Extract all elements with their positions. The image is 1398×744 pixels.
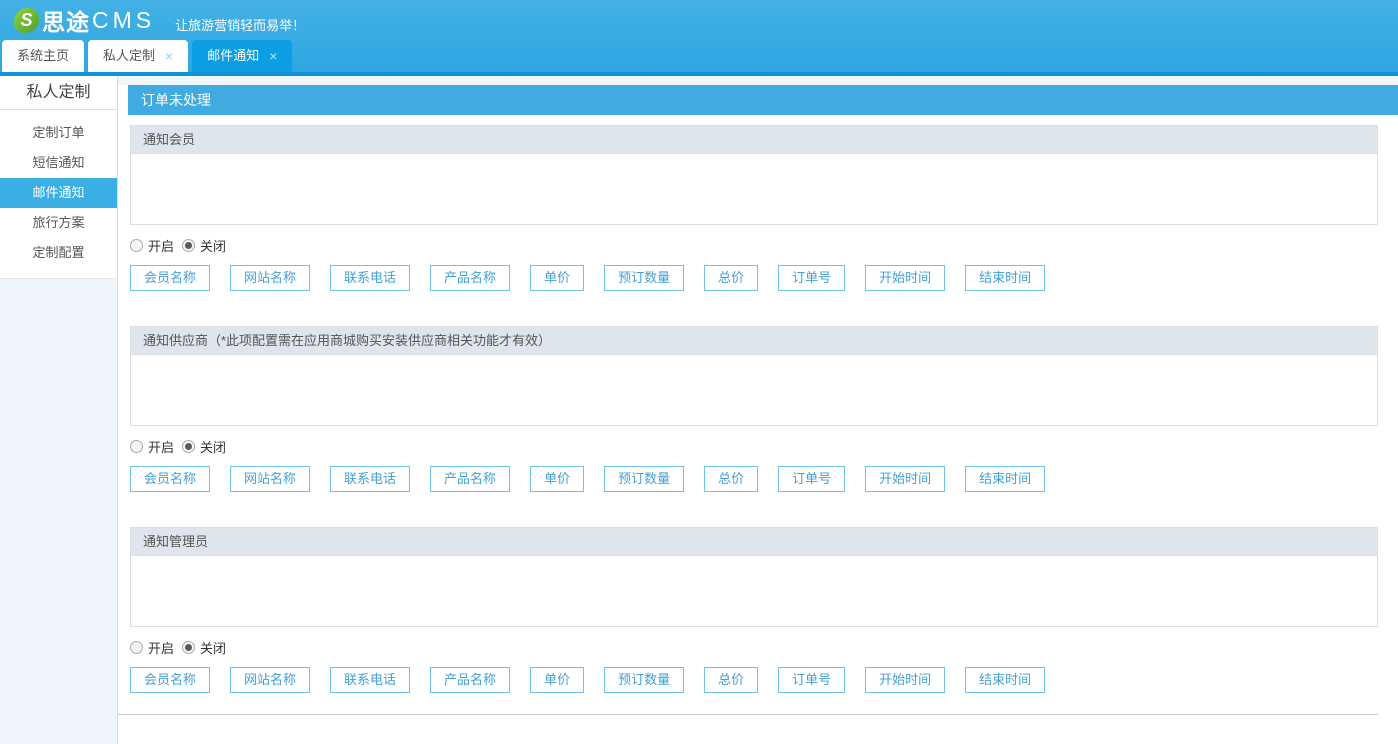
radio-dot-checked [182,239,195,252]
notify-members-field-buttons: 会员名称网站名称联系电话产品名称单价预订数量总价订单号开始时间结束时间 [130,265,1378,291]
section-header-order-unprocessed: 订单未处理 [128,85,1398,115]
field-token-button[interactable]: 订单号 [778,265,845,291]
notify-members-header: 通知会员 [131,126,1377,154]
bottom-divider [118,714,1378,744]
field-token-button[interactable]: 单价 [530,265,584,291]
field-token-button[interactable]: 联系电话 [330,265,410,291]
field-token-button[interactable]: 总价 [704,265,758,291]
radio-dot-checked [182,641,195,654]
radio-enable[interactable]: 开启 [130,638,174,657]
tab-label: 私人定制 [103,40,155,72]
notify-suppliers-switch: 开启 关闭 [130,437,1378,456]
tab-close-icon[interactable]: × [269,49,277,63]
radio-dot-unchecked [130,440,143,453]
tab-label: 系统主页 [17,40,69,72]
notify-members-switch: 开启 关闭 [130,236,1378,255]
field-token-button[interactable]: 会员名称 [130,667,210,693]
radio-label: 开启 [148,638,174,657]
radio-label: 关闭 [200,638,226,657]
tab-email-notification[interactable]: 邮件通知 × [192,40,292,72]
radio-label: 关闭 [200,236,226,255]
notify-suppliers-template-textarea[interactable] [131,355,1377,425]
field-token-button[interactable]: 单价 [530,466,584,492]
field-token-button[interactable]: 产品名称 [430,466,510,492]
field-token-button[interactable]: 总价 [704,466,758,492]
field-token-button[interactable]: 结束时间 [965,667,1045,693]
field-token-button[interactable]: 单价 [530,667,584,693]
field-token-button[interactable]: 网站名称 [230,667,310,693]
notify-admin-switch: 开启 关闭 [130,638,1378,657]
tab-system-home[interactable]: 系统主页 [2,40,84,72]
field-token-button[interactable]: 预订数量 [604,667,684,693]
notify-admin-header: 通知管理员 [131,528,1377,556]
sidebar-item-email-notification[interactable]: 邮件通知 [0,178,117,208]
notify-suppliers-header: 通知供应商（*此项配置需在应用商城购买安装供应商相关功能才有效） [131,327,1377,355]
field-token-button[interactable]: 结束时间 [965,466,1045,492]
notify-admin-template-textarea[interactable] [131,556,1377,626]
radio-label: 开启 [148,437,174,456]
sidebar-title: 私人定制 [0,76,117,110]
notify-suppliers-block: 通知供应商（*此项配置需在应用商城购买安装供应商相关功能才有效） 开启 关闭 会… [130,326,1378,492]
tab-close-icon[interactable]: × [165,49,173,63]
brand-name: 思途 [42,3,90,37]
radio-dot-checked [182,440,195,453]
sidebar: 私人定制 定制订单 短信通知 邮件通知 旅行方案 定制配置 [0,76,118,744]
field-token-button[interactable]: 预订数量 [604,265,684,291]
tab-private-customization[interactable]: 私人定制 × [88,40,188,72]
field-token-button[interactable]: 预订数量 [604,466,684,492]
field-token-button[interactable]: 会员名称 [130,265,210,291]
sidebar-item-custom-orders[interactable]: 定制订单 [0,118,117,148]
radio-disable[interactable]: 关闭 [182,638,226,657]
notify-suppliers-field-buttons: 会员名称网站名称联系电话产品名称单价预订数量总价订单号开始时间结束时间 [130,466,1378,492]
field-token-button[interactable]: 产品名称 [430,667,510,693]
field-token-button[interactable]: 结束时间 [965,265,1045,291]
brand-tagline: 让旅游营销轻而易举！ [175,7,305,34]
sidebar-menu: 定制订单 短信通知 邮件通知 旅行方案 定制配置 [0,110,117,279]
main-content: 订单未处理 通知会员 开启 关闭 会员名 [118,76,1398,744]
top-blue-region: S 思途 CMS 让旅游营销轻而易举！ 系统主页 私人定制 × 邮件通知 × [0,0,1398,76]
radio-enable[interactable]: 开启 [130,236,174,255]
sidebar-item-sms-notification[interactable]: 短信通知 [0,148,117,178]
radio-disable[interactable]: 关闭 [182,236,226,255]
radio-label: 关闭 [200,437,226,456]
sidebar-item-travel-plan[interactable]: 旅行方案 [0,208,117,238]
notify-admin-field-buttons: 会员名称网站名称联系电话产品名称单价预订数量总价订单号开始时间结束时间 [130,667,1378,693]
field-token-button[interactable]: 开始时间 [865,667,945,693]
tab-bar: 系统主页 私人定制 × 邮件通知 × [0,40,1398,72]
field-token-button[interactable]: 开始时间 [865,466,945,492]
notify-members-template-textarea[interactable] [131,154,1377,224]
tab-label: 邮件通知 [207,40,259,72]
field-token-button[interactable]: 网站名称 [230,466,310,492]
radio-enable[interactable]: 开启 [130,437,174,456]
field-token-button[interactable]: 会员名称 [130,466,210,492]
notify-admin-block: 通知管理员 开启 关闭 会员名称网站名称联系电话产品名称单价预订数量总价订单号开… [130,527,1378,693]
field-token-button[interactable]: 联系电话 [330,667,410,693]
settings-area: 通知会员 开启 关闭 会员名称网站名称联系电话产品名称单价预订数量总价订单号开始… [118,115,1398,744]
field-token-button[interactable]: 网站名称 [230,265,310,291]
brand-suffix: CMS [92,7,155,34]
brand-logo: S 思途 CMS [14,3,155,37]
field-token-button[interactable]: 产品名称 [430,265,510,291]
content-top-band [118,76,1398,85]
field-token-button[interactable]: 总价 [704,667,758,693]
field-token-button[interactable]: 订单号 [778,466,845,492]
radio-disable[interactable]: 关闭 [182,437,226,456]
sidebar-item-custom-config[interactable]: 定制配置 [0,238,117,268]
field-token-button[interactable]: 开始时间 [865,265,945,291]
field-token-button[interactable]: 订单号 [778,667,845,693]
field-token-button[interactable]: 联系电话 [330,466,410,492]
notify-members-block: 通知会员 开启 关闭 会员名称网站名称联系电话产品名称单价预订数量总价订单号开始… [130,125,1378,291]
radio-dot-unchecked [130,239,143,252]
radio-dot-unchecked [130,641,143,654]
app-header: S 思途 CMS 让旅游营销轻而易举！ [0,0,1398,40]
situ-leaf-icon: S [14,8,39,33]
radio-label: 开启 [148,236,174,255]
